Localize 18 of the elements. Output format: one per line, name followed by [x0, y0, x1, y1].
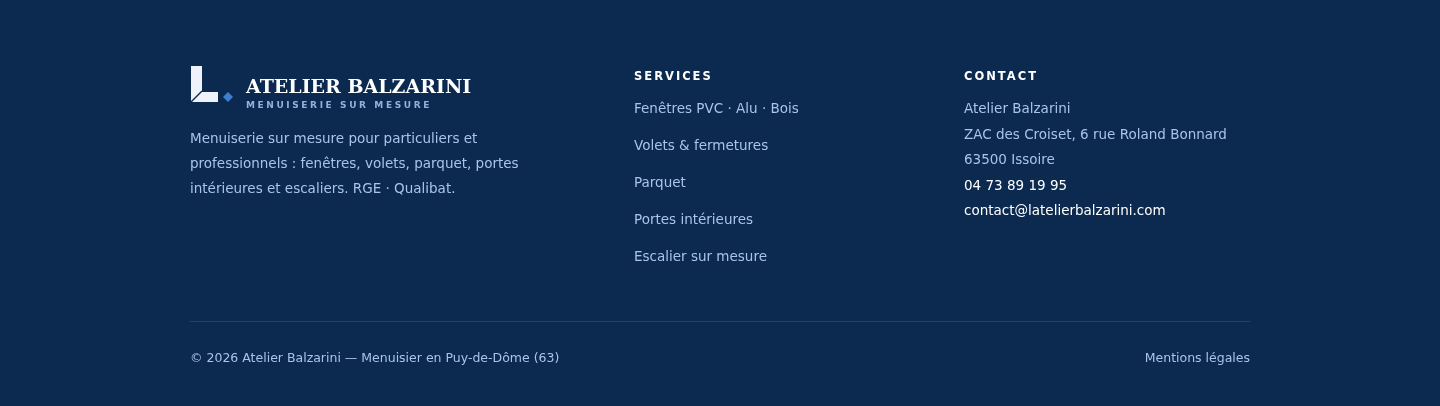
legal-link[interactable]: Mentions légales: [1144, 350, 1250, 365]
services-heading: SERVICES: [634, 68, 714, 85]
service-link[interactable]: Fenêtres PVC · Alu · Bois: [634, 98, 799, 118]
brand-description: Menuiserie sur mesure pour particuliers et professionnels : fenêtres, volets, parquet, portes intérieures et escaliers. RGE · Qualibat.: [190, 129, 520, 198]
service-link[interactable]: Escalier sur mesure: [634, 246, 767, 266]
contact-link[interactable]: contact@latelierbalzarini.com: [964, 200, 1166, 220]
copyright-text: © 2026 Atelier Balzarini — Menuisier en Puy-de-Dôme (63): [190, 350, 560, 365]
contact-line: ZAC des Croiset, 6 rue Roland Bonnard: [964, 124, 1227, 144]
brand-tagline: MENUISERIE SUR MESURE: [246, 100, 433, 110]
contact-link[interactable]: 04 73 89 19 95: [964, 174, 1068, 195]
brand-name: ATELIER BALZARINI: [246, 74, 472, 98]
contact-line: 63500 Issoire: [964, 150, 1055, 169]
service-link[interactable]: Portes intérieures: [634, 209, 754, 229]
contact-line: Atelier Balzarini: [964, 99, 1071, 118]
logo-icon: [190, 66, 234, 104]
service-link[interactable]: Volets & fermetures: [634, 135, 769, 155]
contact-heading: CONTACT: [964, 68, 1039, 85]
service-link[interactable]: Parquet: [634, 172, 686, 192]
